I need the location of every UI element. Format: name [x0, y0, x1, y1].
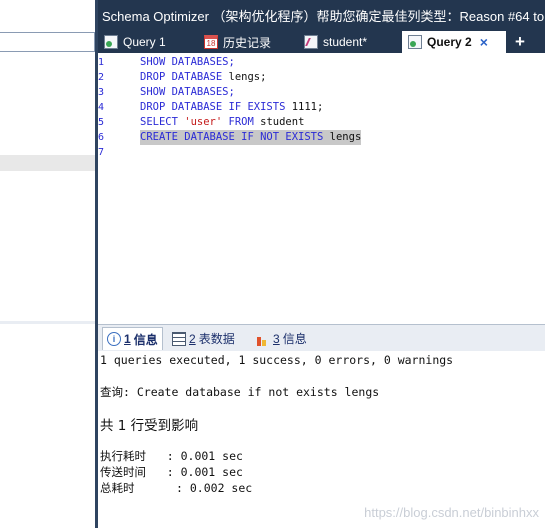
tab-history[interactable]: 18 历史记录	[204, 31, 271, 53]
code-text: SELECT 'user' FROM student	[140, 115, 304, 130]
code-text: SHOW DATABASES;	[140, 55, 235, 70]
tab-table-data[interactable]: 2 表数据	[168, 327, 239, 350]
calendar-icon: 18	[204, 35, 218, 49]
query-icon	[104, 35, 118, 49]
line-number: 4	[98, 102, 105, 113]
window-title: Schema Optimizer （架构优化程序）帮助您确定最佳列类型：Reas…	[98, 0, 545, 33]
code-line[interactable]: 6 CREATE DATABASE IF NOT EXISTS lengs	[98, 130, 545, 145]
results-affected-rows: 共 1 行受到影响	[100, 418, 199, 434]
sql-string: 'user'	[184, 116, 223, 128]
code-text: DROP DATABASE lengs;	[140, 70, 266, 85]
line-number: 1	[98, 57, 105, 68]
sql-keyword: DROP DATABASE	[140, 71, 229, 83]
watermark: https://blog.csdn.net/binbinhxx	[364, 505, 539, 520]
sql-identifier: lengs;	[228, 71, 267, 83]
result-tab-bar: i 1 信息 2 表数据 3 信息	[98, 324, 545, 351]
selected-code: CREATE DATABASE IF NOT EXISTS lengs	[140, 130, 362, 145]
sql-keyword: CREATE DATABASE IF NOT EXISTS	[140, 131, 330, 143]
query-icon	[408, 35, 422, 49]
tab-label: 信息	[133, 332, 158, 347]
tab-label: Query 2	[427, 35, 472, 49]
tab-student[interactable]: student*	[304, 31, 367, 53]
tab-number: 2	[189, 331, 196, 346]
results-query: 查询: Create database if not exists lengs	[100, 385, 380, 399]
line-number: 5	[98, 117, 105, 128]
results-exec-time: 执行耗时 : 0.001 sec	[100, 449, 243, 463]
info-icon: i	[107, 332, 121, 346]
selected-tree-row[interactable]	[0, 155, 95, 171]
sql-keyword: SHOW DATABASES;	[140, 86, 235, 98]
code-line[interactable]: 1 SHOW DATABASES;	[98, 55, 545, 70]
results-output: 1 queries executed, 1 success, 0 errors,…	[98, 351, 545, 528]
tab-label: 历史记录	[223, 35, 272, 50]
tab-label: 表数据	[198, 332, 235, 346]
code-line[interactable]: 4 DROP DATABASE IF EXISTS 1111;	[98, 100, 545, 115]
tab-query-1[interactable]: Query 1	[104, 31, 166, 53]
tab-number: 1	[124, 332, 131, 346]
line-number: 6	[98, 132, 105, 143]
object-browser-panel	[0, 0, 95, 528]
sql-identifier: 1111;	[291, 101, 324, 113]
tab-query-2[interactable]: Query 2 ×	[402, 31, 506, 53]
chart-icon	[256, 332, 270, 346]
sql-identifier: lengs	[329, 131, 362, 143]
sql-identifier: student	[260, 116, 305, 128]
line-number: 2	[98, 72, 105, 83]
object-filter-input[interactable]	[0, 32, 95, 52]
sql-keyword: FROM	[222, 116, 261, 128]
query-tab-bar: Query 1 18 历史记录 student* Query 2 × +	[98, 31, 545, 53]
code-line[interactable]: 3 SHOW DATABASES;	[98, 85, 545, 100]
tab-info-3[interactable]: 3 信息	[252, 327, 311, 350]
sql-editor[interactable]: 1 SHOW DATABASES; 2 DROP DATABASE lengs; 3 SH…	[98, 53, 545, 323]
code-text: SHOW DATABASES;	[140, 85, 235, 100]
sql-keyword: SELECT	[140, 116, 185, 128]
add-tab-button[interactable]: +	[512, 31, 528, 53]
results-transfer-time: 传送时间 : 0.001 sec	[100, 465, 243, 479]
tab-label: Query 1	[123, 35, 166, 49]
results-total-time: 总耗时 : 0.002 sec	[100, 481, 253, 495]
tab-number: 3	[273, 331, 280, 346]
sql-keyword: DROP DATABASE IF EXISTS	[140, 101, 292, 113]
close-tab-icon[interactable]: ×	[480, 34, 488, 50]
tab-label: 信息	[282, 332, 307, 346]
grid-icon	[172, 331, 186, 346]
table-icon	[304, 35, 318, 49]
line-number: 7	[98, 147, 105, 158]
code-line[interactable]: 5 SELECT 'user' FROM student	[98, 115, 545, 130]
results-summary: 1 queries executed, 1 success, 0 errors,…	[100, 353, 454, 367]
code-line[interactable]: 2 DROP DATABASE lengs;	[98, 70, 545, 85]
line-number: 3	[98, 87, 105, 98]
code-line[interactable]: 7	[98, 145, 545, 160]
tab-label: student*	[323, 35, 368, 49]
panel-divider	[0, 321, 95, 324]
tab-messages[interactable]: i 1 信息	[102, 327, 163, 350]
code-text: DROP DATABASE IF EXISTS 1111;	[140, 100, 323, 115]
sql-keyword: SHOW DATABASES;	[140, 56, 235, 68]
